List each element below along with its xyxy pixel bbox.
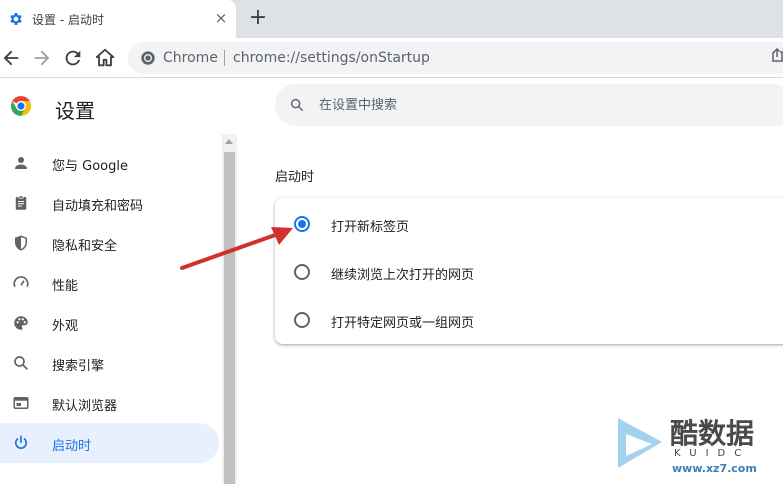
startup-options-card: 打开新标签页 继续浏览上次打开的网页 打开特定网页或一组网页 bbox=[275, 198, 783, 344]
scroll-up-arrow-icon[interactable] bbox=[225, 139, 233, 144]
omnibox-url[interactable]: chrome://settings/onStartup bbox=[233, 50, 430, 66]
person-icon bbox=[15, 157, 27, 169]
tab-settings[interactable]: 设置 - 启动时 × bbox=[0, 0, 236, 38]
omnibox-site-label: Chrome bbox=[163, 50, 218, 66]
sidebar-item-label: 性能 bbox=[52, 279, 79, 294]
sidebar-item-search-engine[interactable]: 搜索引擎 bbox=[0, 343, 219, 383]
speedometer-icon bbox=[13, 276, 29, 288]
settings-sidebar: 您与 Google 自动填充和密码 隐私和安全 性能 外观 搜索引擎 默认浏览器… bbox=[0, 140, 222, 484]
page-title: 设置 bbox=[55, 99, 95, 123]
forward-icon[interactable] bbox=[31, 47, 53, 69]
sidebar-item-on-startup[interactable]: 启动时 bbox=[0, 423, 219, 463]
sidebar-scrollbar[interactable] bbox=[222, 134, 237, 484]
shield-icon bbox=[15, 235, 27, 251]
radio-label: 继续浏览上次打开的网页 bbox=[331, 268, 475, 283]
startup-option-specific-pages[interactable]: 打开特定网页或一组网页 bbox=[275, 296, 783, 344]
annotation-arrow-icon bbox=[180, 227, 293, 270]
startup-option-new-tab[interactable]: 打开新标签页 bbox=[275, 200, 783, 248]
share-icon[interactable] bbox=[771, 47, 783, 63]
power-icon bbox=[15, 435, 27, 449]
toolbar: Chrome chrome://settings/onStartup bbox=[0, 38, 783, 78]
new-tab-button[interactable]: + bbox=[247, 7, 269, 29]
watermark: 酷数据 KUIDC www.xz7.com bbox=[612, 408, 783, 484]
chrome-logo-icon bbox=[11, 96, 31, 116]
search-input[interactable] bbox=[319, 94, 759, 116]
sidebar-item-label: 自动填充和密码 bbox=[52, 199, 144, 214]
tab-close-button[interactable]: × bbox=[212, 9, 230, 27]
watermark-brand: 酷数据 bbox=[670, 417, 755, 450]
reload-icon[interactable] bbox=[62, 47, 84, 69]
scrollbar-thumb[interactable] bbox=[224, 152, 235, 484]
gear-icon bbox=[10, 13, 22, 25]
sidebar-item-label: 默认浏览器 bbox=[52, 399, 118, 414]
sidebar-item-label: 启动时 bbox=[52, 439, 92, 454]
sidebar-item-label: 隐私和安全 bbox=[52, 239, 118, 254]
back-icon[interactable] bbox=[0, 47, 22, 69]
omnibox[interactable]: Chrome chrome://settings/onStartup bbox=[128, 42, 783, 74]
sidebar-item-label: 您与 Google bbox=[52, 159, 128, 174]
settings-search[interactable] bbox=[275, 84, 783, 126]
sidebar-item-label: 搜索引擎 bbox=[52, 359, 105, 374]
sidebar-item-appearance[interactable]: 外观 bbox=[0, 303, 219, 343]
omnibox-divider bbox=[224, 50, 225, 66]
play-logo-icon bbox=[618, 418, 662, 468]
search-icon bbox=[14, 356, 28, 370]
home-icon[interactable] bbox=[94, 47, 116, 69]
browser-icon bbox=[13, 397, 29, 409]
sidebar-item-you-and-google[interactable]: 您与 Google bbox=[0, 143, 219, 183]
settings-header: 设置 bbox=[0, 78, 783, 134]
clipboard-icon bbox=[15, 195, 27, 210]
watermark-sub: KUIDC bbox=[674, 448, 751, 459]
tab-title: 设置 - 启动时 bbox=[32, 13, 104, 27]
chrome-icon[interactable] bbox=[140, 50, 156, 66]
search-icon bbox=[290, 98, 304, 112]
tab-strip: 设置 - 启动时 × + bbox=[0, 0, 783, 38]
radio-button[interactable] bbox=[294, 312, 310, 328]
watermark-url: www.xz7.com bbox=[672, 462, 757, 475]
startup-option-continue[interactable]: 继续浏览上次打开的网页 bbox=[275, 248, 783, 296]
radio-label: 打开特定网页或一组网页 bbox=[331, 316, 475, 331]
section-title: 启动时 bbox=[275, 170, 315, 185]
palette-icon bbox=[14, 316, 28, 330]
sidebar-item-label: 外观 bbox=[52, 319, 79, 334]
sidebar-item-default-browser[interactable]: 默认浏览器 bbox=[0, 383, 219, 423]
radio-label: 打开新标签页 bbox=[331, 220, 410, 235]
